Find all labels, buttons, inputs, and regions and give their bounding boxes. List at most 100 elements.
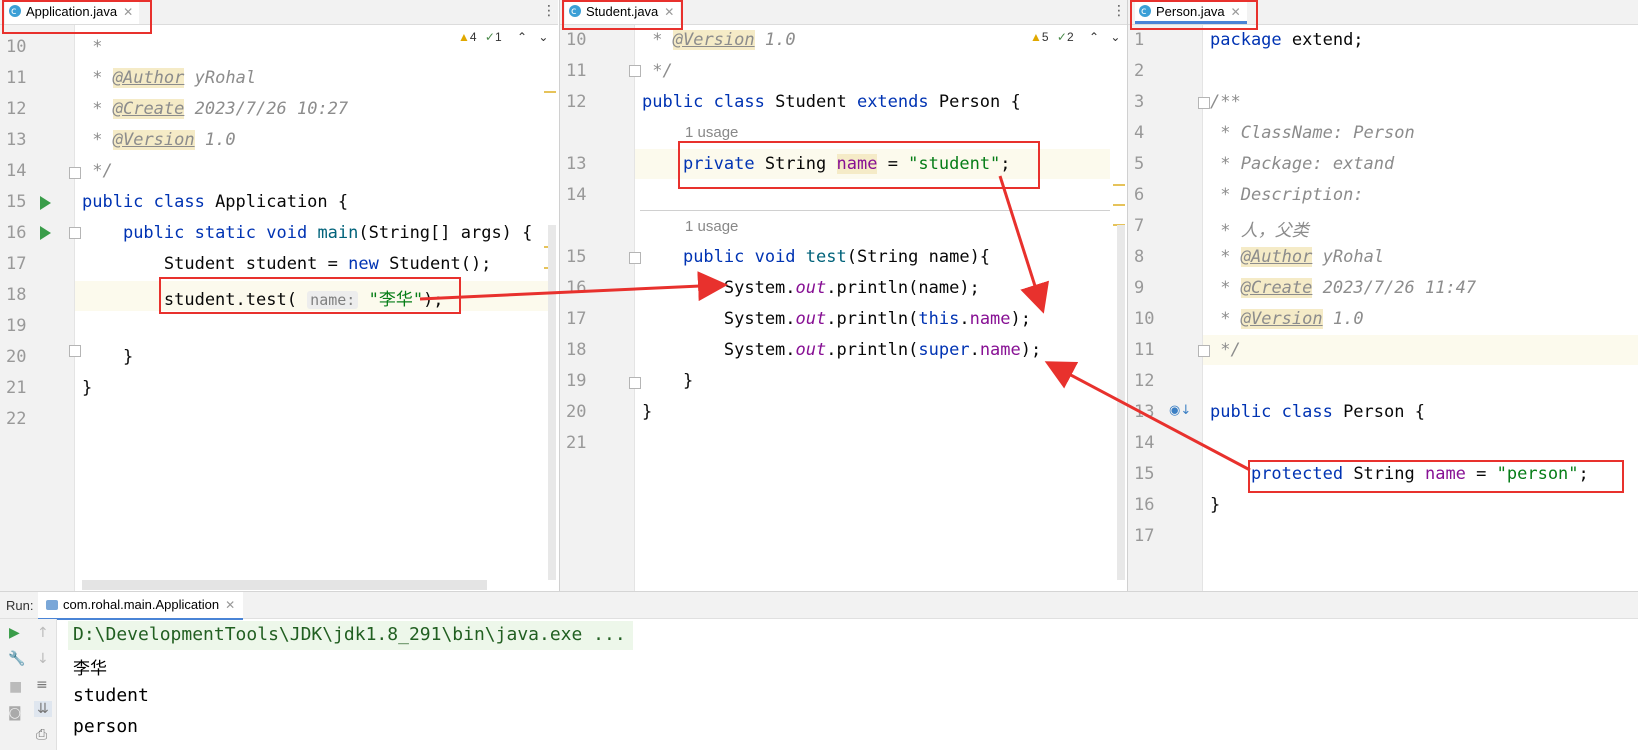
warning-marker — [1113, 184, 1125, 186]
console-line: person — [73, 716, 139, 737]
code-line[interactable]: * @Author yRohal — [82, 68, 256, 88]
code-line[interactable]: System.out.println(this.name); — [642, 309, 1031, 329]
implemented-by-icon[interactable]: ◉↓ — [1169, 403, 1191, 418]
scroll-to-end-icon[interactable]: ⇊ — [34, 701, 52, 717]
run-config-tab[interactable]: com.rohal.main.Application ✕ — [38, 592, 244, 620]
chevron-up-icon[interactable]: ⌃ — [1089, 30, 1099, 44]
rerun-icon[interactable]: ▶ — [9, 625, 20, 641]
code-line[interactable]: * Description: — [1210, 185, 1363, 205]
line-number: 14 — [1134, 433, 1155, 453]
current-line-highlight — [1203, 335, 1638, 365]
code-line[interactable]: } — [642, 371, 693, 391]
code-line[interactable]: * @Version 1.0 — [1210, 309, 1364, 329]
code-line[interactable]: */ — [82, 161, 112, 181]
wrench-icon[interactable]: 🔧 — [8, 651, 25, 667]
code-line[interactable]: } — [642, 402, 652, 422]
more-options-icon[interactable]: ⋮ — [542, 3, 556, 19]
line-number: 21 — [6, 378, 27, 398]
line-number: 14 — [6, 161, 27, 181]
fold-icon[interactable] — [1198, 97, 1210, 109]
line-number: 12 — [1134, 371, 1155, 391]
code-line[interactable]: public class Person { — [1210, 402, 1425, 422]
line-number: 11 — [566, 61, 587, 81]
console-line: 李华 — [73, 659, 107, 679]
line-number: 10 — [1134, 309, 1155, 329]
code-line[interactable]: * 人，父类 — [1210, 216, 1308, 241]
print-icon[interactable]: ⎙ — [36, 727, 47, 743]
code-line[interactable]: } — [82, 347, 133, 367]
code-line[interactable]: } — [82, 378, 92, 398]
warning-marker — [1113, 204, 1125, 206]
down-arrow-icon[interactable]: ↓ — [37, 651, 49, 667]
more-options-icon[interactable]: ⋮ — [1112, 3, 1126, 19]
close-icon[interactable]: ✕ — [225, 598, 235, 612]
fold-icon[interactable] — [629, 377, 641, 389]
code-line[interactable]: * @Version 1.0 — [642, 30, 796, 50]
code-line[interactable]: System.out.println(super.name); — [642, 340, 1041, 360]
line-number: 1 — [1134, 30, 1145, 50]
run-tool-window: Run: com.rohal.main.Application ✕ ▶ ↑ 🔧 ↓… — [0, 591, 1638, 750]
fold-icon[interactable] — [69, 227, 81, 239]
fold-icon[interactable] — [69, 167, 81, 179]
chevron-down-icon[interactable]: ⌄ — [538, 30, 548, 44]
code-line[interactable]: } — [1210, 495, 1220, 515]
code-line[interactable]: public class Student extends Person { — [642, 92, 1021, 112]
inspection-widget[interactable]: ▲4 ✓1 ⌃ ⌄ — [458, 30, 548, 44]
fold-icon[interactable] — [629, 65, 641, 77]
up-arrow-icon[interactable]: ↑ — [37, 625, 49, 641]
line-number: 12 — [566, 92, 587, 112]
ok-count: 2 — [1066, 30, 1074, 44]
code-line[interactable]: package extend; — [1210, 30, 1364, 50]
code-line[interactable]: */ — [1210, 340, 1240, 360]
code-line[interactable]: */ — [642, 61, 672, 81]
line-number: 11 — [6, 68, 27, 88]
code-line[interactable]: public static void main(String[] args) { — [82, 223, 532, 243]
run-label: Run: — [6, 598, 34, 613]
usage-hint[interactable]: 1 usage — [685, 124, 738, 141]
code-line[interactable]: Student student = new Student(); — [82, 254, 492, 274]
stop-icon[interactable]: ■ — [9, 679, 22, 695]
soft-wrap-icon[interactable]: ≡ — [36, 677, 48, 693]
code-line[interactable]: public void test(String name){ — [642, 247, 990, 267]
run-tab-bar: Run: com.rohal.main.Application ✕ — [0, 592, 1638, 620]
warning-count: 4 — [469, 30, 477, 44]
run-icon[interactable] — [40, 196, 51, 210]
line-number: 17 — [566, 309, 587, 329]
line-number: 4 — [1134, 123, 1145, 143]
code-line[interactable]: * @Create 2023/7/26 10:27 — [82, 99, 348, 119]
line-number: 19 — [6, 316, 27, 336]
horizontal-scrollbar[interactable] — [82, 580, 487, 590]
code-line[interactable]: public class Application { — [82, 192, 348, 212]
code-line[interactable]: * @Version 1.0 — [82, 130, 236, 150]
line-number: 18 — [566, 340, 587, 360]
line-number: 2 — [1134, 61, 1145, 81]
inspection-widget[interactable]: ▲5 ✓2 ⌃ ⌄ — [1030, 30, 1120, 44]
code-line[interactable]: * — [82, 37, 102, 57]
code-line[interactable]: * @Create 2023/7/26 11:47 — [1210, 278, 1476, 298]
line-number: 22 — [6, 409, 27, 429]
chevron-down-icon[interactable]: ⌄ — [1110, 30, 1120, 44]
code-line[interactable]: * @Author yRohal — [1210, 247, 1384, 267]
code-line[interactable]: /** — [1210, 92, 1241, 112]
vertical-scrollbar[interactable] — [548, 225, 556, 580]
vertical-scrollbar[interactable] — [1117, 225, 1125, 580]
line-number: 3 — [1134, 92, 1145, 112]
line-number: 20 — [6, 347, 27, 367]
fold-icon[interactable] — [629, 252, 641, 264]
annotation-box-call — [159, 277, 461, 314]
code-line[interactable]: System.out.println(name); — [642, 278, 980, 298]
line-number: 17 — [1134, 526, 1155, 546]
fold-icon[interactable] — [69, 345, 81, 357]
line-number: 10 — [6, 37, 27, 57]
line-number: 7 — [1134, 216, 1145, 236]
run-icon[interactable] — [40, 226, 51, 240]
code-line[interactable]: * ClassName: Person — [1210, 123, 1414, 143]
code-line[interactable]: * Package: extand — [1210, 154, 1394, 174]
method-separator — [640, 210, 1110, 211]
camera-icon[interactable]: ◙ — [8, 705, 22, 721]
editor-pane-person: Person.java✕ 1package extend;23/**4 * Cl… — [1127, 0, 1638, 591]
usage-hint[interactable]: 1 usage — [685, 218, 738, 235]
chevron-up-icon[interactable]: ⌃ — [517, 30, 527, 44]
fold-icon[interactable] — [1198, 345, 1210, 357]
line-number: 6 — [1134, 185, 1145, 205]
